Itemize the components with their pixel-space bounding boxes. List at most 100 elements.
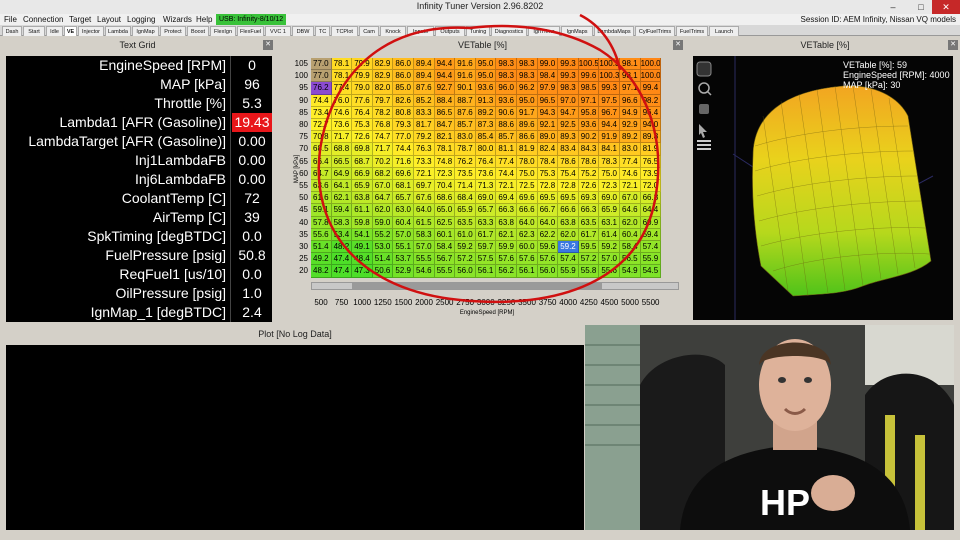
ve-cell[interactable]: 96.7 [599, 106, 620, 119]
ve-cell[interactable]: 89.0 [537, 131, 559, 144]
ve-cell[interactable]: 77.0 [311, 70, 332, 83]
tab-tcplot[interactable]: TCPlot [331, 26, 358, 36]
ve-cell[interactable]: 88.7 [455, 94, 476, 107]
ve-cell[interactable]: 95.0 [475, 70, 497, 83]
ve-cell[interactable]: 75.2 [578, 167, 600, 180]
ve-cell[interactable]: 59.4 [640, 228, 662, 241]
ve-cell[interactable]: 72.6 [578, 180, 600, 193]
ve-cell[interactable]: 93.6 [578, 119, 600, 132]
ve-cell[interactable]: 96.6 [620, 94, 641, 107]
ve-cell[interactable]: 59.8 [352, 216, 373, 229]
text-grid-row[interactable]: LambdaTarget [AFR (Gasoline)] 0.00 [6, 132, 272, 151]
ve-cell[interactable]: 74.8 [434, 155, 456, 168]
ve-cell[interactable]: 78.6 [578, 155, 600, 168]
ve-cell[interactable]: 88.4 [434, 94, 456, 107]
ve-cell[interactable]: 76.3 [414, 143, 435, 156]
ve-cell[interactable]: 57.0 [414, 241, 435, 254]
tab-idle[interactable]: Idle [46, 26, 63, 36]
ve-cell[interactable]: 58.4 [434, 241, 456, 254]
ve-cell[interactable]: 90.6 [496, 106, 517, 119]
ve-cell[interactable]: 51.4 [372, 253, 394, 266]
ve-cell[interactable]: 56.2 [496, 265, 517, 278]
ve-cell[interactable]: 79.9 [352, 58, 373, 71]
ve-cell[interactable]: 96.0 [496, 82, 517, 95]
ve-cell[interactable]: 99.6 [578, 70, 600, 83]
close-icon[interactable]: ✕ [948, 40, 958, 50]
ve-cell[interactable]: 86.5 [434, 106, 456, 119]
ve-cell[interactable]: 55.8 [578, 265, 600, 278]
ve-cell[interactable]: 73.4 [311, 106, 332, 119]
ve-cell[interactable]: 77.6 [352, 94, 373, 107]
ve-cell[interactable]: 84.1 [599, 143, 620, 156]
ve-cell[interactable]: 69.0 [599, 192, 620, 205]
ve-cell[interactable]: 61.6 [311, 192, 332, 205]
ve-cell[interactable]: 72.1 [496, 180, 517, 193]
ve-cell[interactable]: 63.8 [352, 192, 373, 205]
ve-cell[interactable]: 76.2 [311, 82, 332, 95]
ve-cell[interactable]: 80.8 [393, 106, 414, 119]
ve-cell[interactable]: 94.4 [434, 70, 456, 83]
ve-cell[interactable]: 78.0 [517, 155, 538, 168]
ve-cell[interactable]: 47.3 [352, 265, 373, 278]
ve-cell[interactable]: 61.0 [455, 228, 476, 241]
tab-protect[interactable]: Protect [160, 26, 186, 36]
ve-cell[interactable]: 97.9 [537, 82, 559, 95]
ve-cell[interactable]: 91.3 [475, 94, 497, 107]
ve-cell[interactable]: 96.5 [537, 94, 559, 107]
ve-cell[interactable]: 98.3 [496, 58, 517, 71]
menu-logging[interactable]: Logging [127, 15, 155, 24]
ve-cell[interactable]: 68.1 [393, 180, 414, 193]
ve-cell[interactable]: 81.9 [640, 143, 662, 156]
ve-cell[interactable]: 62.0 [558, 228, 579, 241]
ve-cell[interactable]: 64.0 [414, 204, 435, 217]
ve-cell[interactable]: 59.9 [496, 241, 517, 254]
ve-cell[interactable]: 73.6 [331, 119, 353, 132]
ve-cell[interactable]: 82.0 [372, 82, 394, 95]
ve-cell[interactable]: 69.5 [558, 192, 579, 205]
ve-cell[interactable]: 57.6 [496, 253, 517, 266]
ve-cell[interactable]: 95.0 [475, 58, 497, 71]
ve-cell[interactable]: 78.2 [372, 106, 394, 119]
ve-cell[interactable]: 96.2 [517, 82, 538, 95]
ve-cell[interactable]: 91.7 [517, 106, 538, 119]
ve-cell[interactable]: 74.6 [331, 106, 353, 119]
ve-cell[interactable]: 76.0 [331, 94, 353, 107]
ve-3d-surface[interactable]: VETable [%]: 59 EngineSpeed [RPM]: 4000 … [693, 56, 953, 320]
ve-cell[interactable]: 72.3 [599, 180, 620, 193]
ve-cell[interactable]: 55.6 [599, 265, 620, 278]
ve-cell[interactable]: 47.4 [331, 265, 353, 278]
ve-cell[interactable]: 91.9 [599, 131, 620, 144]
tab-start[interactable]: Start [23, 26, 45, 36]
tab-cylfueltrims[interactable]: CylFuelTrims [635, 26, 675, 36]
ve-cell[interactable]: 62.5 [434, 216, 456, 229]
ve-cell[interactable]: 94.7 [558, 106, 579, 119]
ve-cell[interactable]: 60.1 [434, 228, 456, 241]
ve-cell[interactable]: 98.2 [640, 94, 662, 107]
ve-cell[interactable]: 97.0 [558, 94, 579, 107]
ve-cell[interactable]: 94.0 [640, 119, 662, 132]
ve-cell[interactable]: 100.3 [599, 58, 620, 71]
ve-cell[interactable]: 65.7 [475, 204, 497, 217]
ve-cell[interactable]: 85.0 [393, 82, 414, 95]
ve-cell[interactable]: 89.6 [517, 119, 538, 132]
ve-cell[interactable]: 72.5 [517, 180, 538, 193]
ve-cell[interactable]: 71.7 [331, 131, 353, 144]
ve-cell[interactable]: 79.7 [372, 94, 394, 107]
text-grid-row[interactable]: Inj1LambdaFB 0.00 [6, 151, 272, 170]
ve-cell[interactable]: 92.7 [434, 82, 456, 95]
ve-cell[interactable]: 81.1 [496, 143, 517, 156]
ve-cell[interactable]: 57.2 [578, 253, 600, 266]
ve-cell[interactable]: 76.8 [372, 119, 394, 132]
text-grid-row[interactable]: CoolantTemp [C] 72 [6, 189, 272, 208]
ve-cell[interactable]: 62.1 [496, 228, 517, 241]
ve-cell[interactable]: 79.9 [352, 70, 373, 83]
ve-cell[interactable]: 50.6 [372, 265, 394, 278]
ve-cell[interactable]: 66.6 [517, 204, 538, 217]
ve-cell[interactable]: 68.2 [372, 167, 394, 180]
ve-cell[interactable]: 98.3 [496, 70, 517, 83]
ve-cell[interactable]: 68.7 [352, 155, 373, 168]
ve-cell[interactable]: 83.0 [455, 131, 476, 144]
tab-knock[interactable]: Knock [380, 26, 406, 36]
ve-cell[interactable]: 65.9 [455, 204, 476, 217]
ve-cell[interactable]: 70.8 [311, 131, 332, 144]
